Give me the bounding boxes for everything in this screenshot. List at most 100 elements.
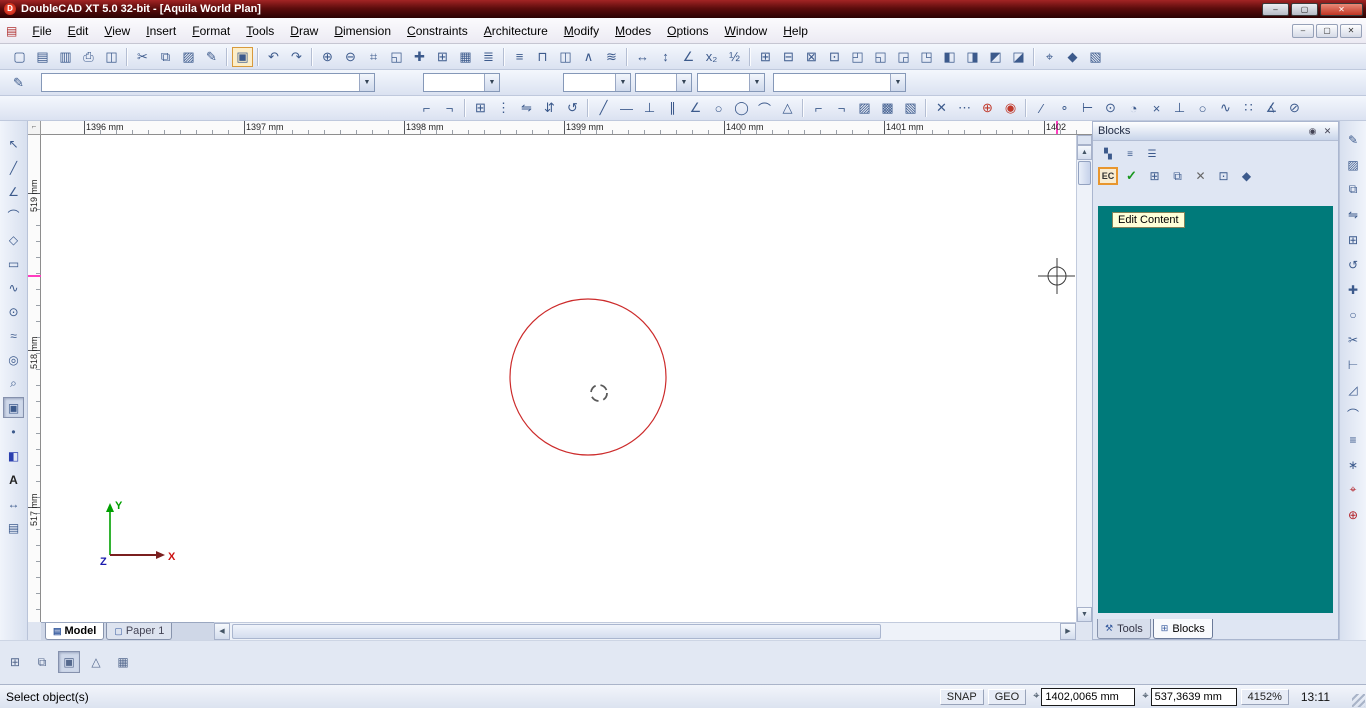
roof-tool-icon[interactable]: ∧ [578, 47, 599, 67]
property-pen-icon[interactable]: ✎ [7, 72, 30, 94]
separator[interactable] [126, 47, 128, 66]
combo-dropdown-icon[interactable]: ▼ [676, 74, 691, 91]
combo-dropdown-icon[interactable]: ▼ [359, 74, 374, 91]
mdi-minimize-button[interactable]: – [1292, 23, 1314, 38]
trim-entity-icon[interactable]: ✂ [1343, 329, 1364, 350]
snap-vertex-icon[interactable]: ∘ [1054, 98, 1075, 118]
explode-entity-icon[interactable]: ∗ [1343, 454, 1364, 475]
box-right-icon[interactable]: ⊡ [824, 47, 845, 67]
circle-entity-icon[interactable]: ○ [1343, 304, 1364, 325]
combo-input[interactable] [698, 75, 749, 90]
box-iso-sw-icon[interactable]: ◨ [962, 47, 983, 67]
erase-icon[interactable]: ✕ [931, 98, 952, 118]
ungroup-icon[interactable]: ¬ [439, 98, 460, 118]
menu-draw[interactable]: Draw [282, 21, 326, 41]
paste-icon[interactable]: ▨ [178, 47, 199, 67]
line-tool-icon[interactable]: ╱ [3, 157, 24, 178]
delete-block-icon[interactable]: ✕ [1191, 167, 1210, 185]
zoom-out-icon[interactable]: ⊖ [340, 47, 361, 67]
rectangle-tool-icon[interactable]: ▭ [3, 253, 24, 274]
combo-input[interactable] [424, 75, 484, 90]
maximize-button[interactable]: ▢ [1291, 2, 1318, 16]
separator[interactable] [925, 99, 927, 117]
separator[interactable] [311, 47, 313, 66]
print-icon[interactable]: ⎙ [78, 47, 99, 67]
layout-tool-icon[interactable]: ▤ [3, 517, 24, 538]
parallel-icon[interactable]: ∥ [662, 98, 683, 118]
block-attributes-icon[interactable]: ◆ [1237, 167, 1256, 185]
snap-intersection-icon[interactable]: × [1146, 98, 1167, 118]
solid-tool-icon[interactable]: ◧ [3, 445, 24, 466]
plot-red-icon[interactable]: ⊕ [977, 98, 998, 118]
separator[interactable] [1033, 47, 1035, 66]
calculator-icon[interactable]: ≣ [478, 47, 499, 67]
box-back-icon[interactable]: ⊟ [778, 47, 799, 67]
edit-hatch-icon[interactable]: ✎ [1343, 129, 1364, 150]
panel-tab-tools[interactable]: ⚒ Tools [1097, 619, 1151, 639]
box-plan-icon[interactable]: ◩ [985, 47, 1006, 67]
menu-window[interactable]: Window [717, 21, 776, 41]
y-coordinate-input[interactable] [1150, 687, 1237, 706]
x-coordinate-input[interactable] [1041, 687, 1136, 706]
print-preview-icon[interactable]: ◫ [101, 47, 122, 67]
arc-tool-icon[interactable]: ⌒ [3, 205, 24, 226]
snap-free-icon[interactable]: ∕ [1031, 98, 1052, 118]
chamfer-corner-icon[interactable]: ¬ [831, 98, 852, 118]
copy-block-icon[interactable]: ⊡ [1214, 167, 1233, 185]
render-settings-icon[interactable]: ◆ [1062, 47, 1083, 67]
render-mode-icon[interactable]: ▣ [58, 651, 80, 673]
menu-modify[interactable]: Modify [556, 21, 607, 41]
drawing-svg[interactable]: Y X Z [41, 135, 1076, 622]
separator[interactable] [802, 99, 804, 117]
door-tool-icon[interactable]: ⊓ [532, 47, 553, 67]
spline-tool-icon[interactable]: ≈ [3, 325, 24, 346]
dimension-tool-icon[interactable]: ↔ [3, 493, 24, 514]
mdi-restore-button[interactable]: ▢ [1316, 23, 1338, 38]
details-view-icon[interactable]: ☰ [1143, 146, 1161, 162]
box-iso-se-icon[interactable]: ◧ [939, 47, 960, 67]
draft-mode-icon[interactable]: △ [85, 651, 107, 673]
offset-entity-icon[interactable]: ≡ [1343, 429, 1364, 450]
zoom-in-icon[interactable]: ⊕ [317, 47, 338, 67]
materials-icon[interactable]: ▧ [1085, 47, 1106, 67]
box-elevation-icon[interactable]: ◪ [1008, 47, 1029, 67]
angle-line-icon[interactable]: ∠ [685, 98, 706, 118]
scroll-left-icon[interactable]: ◀ [214, 623, 230, 640]
separator[interactable] [503, 47, 505, 66]
perpendicular-icon[interactable]: ⊥ [639, 98, 660, 118]
circle-tool2-icon[interactable]: ○ [708, 98, 729, 118]
separator[interactable] [464, 99, 466, 117]
hscroll-thumb[interactable] [232, 624, 882, 639]
move-entity-icon[interactable]: ✚ [1343, 279, 1364, 300]
combo-dropdown-icon[interactable]: ▼ [749, 74, 764, 91]
zoom-level[interactable]: 4152% [1240, 688, 1289, 705]
box-front-icon[interactable]: ⊞ [755, 47, 776, 67]
point-tool-icon[interactable]: • [3, 421, 24, 442]
insert-block-icon[interactable]: ⧉ [1168, 167, 1187, 185]
blocks-content-area[interactable] [1098, 206, 1333, 613]
wall-tool-icon[interactable]: ≡ [509, 47, 530, 67]
target-red-icon[interactable]: ◉ [1000, 98, 1021, 118]
cut-icon[interactable]: ✂ [132, 47, 153, 67]
block-edit-tool-icon[interactable]: ▣ [3, 397, 24, 418]
split-view-handle[interactable] [1077, 135, 1092, 145]
construction-line-icon[interactable]: — [616, 98, 637, 118]
scale-x2-icon[interactable]: x₂ [701, 47, 722, 67]
separator[interactable] [626, 47, 628, 66]
combo-input[interactable] [564, 75, 615, 90]
view-tool-icon[interactable]: ◎ [3, 349, 24, 370]
ruler-origin-icon[interactable]: ⌐ [28, 121, 41, 135]
dimension-horizontal-icon[interactable]: ↔ [632, 47, 653, 67]
curve-tool-icon[interactable]: ∿ [3, 277, 24, 298]
open-icon[interactable]: ▤ [32, 47, 53, 67]
menu-options[interactable]: Options [659, 21, 716, 41]
separator[interactable] [587, 99, 589, 117]
redo-icon[interactable]: ↷ [286, 47, 307, 67]
line-segment-icon[interactable]: ╱ [593, 98, 614, 118]
list-view-icon[interactable]: ≡ [1121, 146, 1139, 162]
dimension-vertical-icon[interactable]: ↕ [655, 47, 676, 67]
snap-center-icon[interactable]: ⊙ [1100, 98, 1121, 118]
zoom-extents-icon[interactable]: ◱ [386, 47, 407, 67]
circle-tool-icon[interactable]: ⊙ [3, 301, 24, 322]
triangle-tool-icon[interactable]: △ [777, 98, 798, 118]
